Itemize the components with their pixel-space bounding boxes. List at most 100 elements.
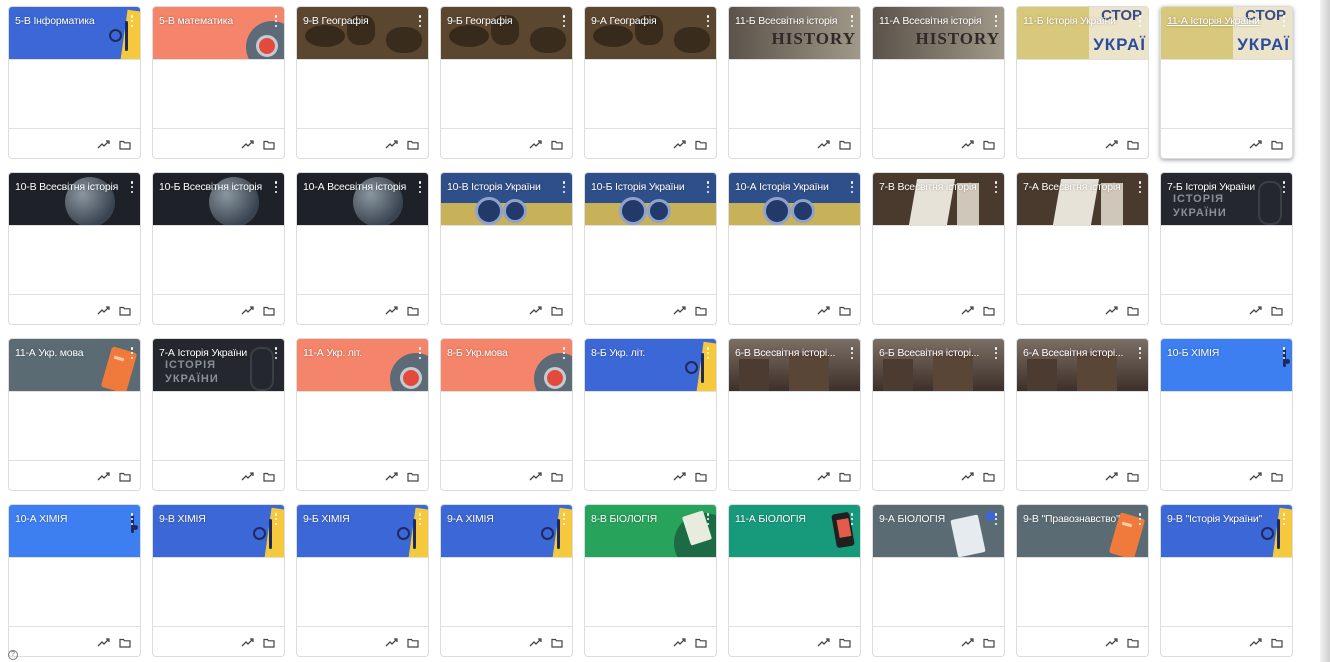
course-card-title[interactable]: 10-Б Історія України	[591, 181, 696, 194]
course-card-banner[interactable]: 10-А Історія України	[729, 173, 860, 226]
course-card-banner[interactable]: 8-Б Укр. літ.	[585, 339, 716, 392]
course-card-banner[interactable]: 9-А БІОЛОГІЯ	[873, 505, 1004, 558]
more-vert-icon[interactable]	[272, 180, 280, 194]
course-card-banner[interactable]: 9-В "Історія України"	[1161, 505, 1292, 558]
trending-up-icon[interactable]	[1249, 303, 1262, 315]
course-card-title[interactable]: 6-В Всесвітня історі...	[735, 347, 840, 360]
folder-icon[interactable]	[119, 137, 131, 150]
course-card[interactable]: 9-А ХІМІЯ	[440, 504, 573, 657]
folder-icon[interactable]	[695, 635, 707, 648]
course-card-banner[interactable]: 11-А БІОЛОГІЯ	[729, 505, 860, 558]
trending-up-icon[interactable]	[385, 303, 398, 315]
course-card[interactable]: 10-В Всесвітня історія	[8, 172, 141, 325]
folder-icon[interactable]	[983, 635, 995, 648]
more-vert-icon[interactable]	[128, 346, 136, 360]
course-card-title[interactable]: 10-А Всесвітня історія	[303, 181, 408, 194]
course-card-banner[interactable]: 7-В Всесвітня історія	[873, 173, 1004, 226]
folder-icon[interactable]	[1127, 635, 1139, 648]
help-icon[interactable]: ?	[8, 650, 18, 660]
trending-up-icon[interactable]	[385, 137, 398, 149]
course-card-title[interactable]: 6-А Всесвітня історі...	[1023, 347, 1128, 360]
course-card-title[interactable]: 9-В Географія	[303, 15, 408, 28]
trending-up-icon[interactable]	[961, 137, 974, 149]
course-card[interactable]: 8-В БІОЛОГІЯ	[584, 504, 717, 657]
course-card-title[interactable]: 7-А Історія України	[159, 347, 264, 360]
course-card[interactable]: СТОР УКРАЇ 11-Б Історія України	[1016, 6, 1149, 159]
course-card[interactable]: 6-В Всесвітня історі...	[728, 338, 861, 491]
course-card[interactable]: 10-Б ХІМІЯ	[1160, 338, 1293, 491]
more-vert-icon[interactable]	[560, 346, 568, 360]
more-vert-icon[interactable]	[1280, 346, 1288, 360]
course-card-title[interactable]: 8-Б Укр.мова	[447, 347, 552, 360]
course-card[interactable]: 7-В Всесвітня історія	[872, 172, 1005, 325]
folder-icon[interactable]	[119, 303, 131, 316]
course-card-banner[interactable]: 9-В "Правознавство"	[1017, 505, 1148, 558]
more-vert-icon[interactable]	[848, 180, 856, 194]
trending-up-icon[interactable]	[385, 469, 398, 481]
folder-icon[interactable]	[263, 469, 275, 482]
course-card[interactable]: 9-В ХІМІЯ	[152, 504, 285, 657]
trending-up-icon[interactable]	[1105, 303, 1118, 315]
course-card-banner[interactable]: 5-В математика	[153, 7, 284, 60]
course-card-title[interactable]: 5-В Інформатика	[15, 15, 120, 28]
course-card-banner[interactable]: СТОР УКРАЇ 11-Б Історія України	[1017, 7, 1148, 60]
more-vert-icon[interactable]	[992, 512, 1000, 526]
folder-icon[interactable]	[1127, 137, 1139, 150]
course-card[interactable]: 8-Б Укр.мова	[440, 338, 573, 491]
folder-icon[interactable]	[695, 137, 707, 150]
folder-icon[interactable]	[407, 137, 419, 150]
course-card[interactable]: 9-В Географія	[296, 6, 429, 159]
folder-icon[interactable]	[551, 469, 563, 482]
trending-up-icon[interactable]	[673, 137, 686, 149]
trending-up-icon[interactable]	[97, 469, 110, 481]
trending-up-icon[interactable]	[817, 137, 830, 149]
more-vert-icon[interactable]	[1280, 180, 1288, 194]
course-card-title[interactable]: 10-Б ХІМІЯ	[1167, 347, 1272, 360]
course-card-title[interactable]: 6-Б Всесвітня історі...	[879, 347, 984, 360]
course-card[interactable]: 9-В "Правознавство"	[1016, 504, 1149, 657]
more-vert-icon[interactable]	[416, 512, 424, 526]
course-card[interactable]: 8-Б Укр. літ.	[584, 338, 717, 491]
course-card[interactable]: 11-А Укр. мова	[8, 338, 141, 491]
course-card[interactable]: 10-А ХІМІЯ	[8, 504, 141, 657]
trending-up-icon[interactable]	[961, 469, 974, 481]
more-vert-icon[interactable]	[560, 180, 568, 194]
course-card-title[interactable]: 9-В "Історія України"	[1167, 513, 1272, 526]
more-vert-icon[interactable]	[128, 512, 136, 526]
trending-up-icon[interactable]	[1105, 635, 1118, 647]
more-vert-icon[interactable]	[1136, 180, 1144, 194]
trending-up-icon[interactable]	[1105, 469, 1118, 481]
more-vert-icon[interactable]	[1136, 14, 1144, 28]
course-card-banner[interactable]: 8-Б Укр.мова	[441, 339, 572, 392]
course-card-banner[interactable]: 9-А ХІМІЯ	[441, 505, 572, 558]
trending-up-icon[interactable]	[529, 137, 542, 149]
folder-icon[interactable]	[1271, 303, 1283, 316]
course-card-title[interactable]: 11-А Всесвітня історія	[879, 15, 984, 28]
trending-up-icon[interactable]	[817, 635, 830, 647]
folder-icon[interactable]	[1271, 635, 1283, 648]
more-vert-icon[interactable]	[992, 14, 1000, 28]
more-vert-icon[interactable]	[848, 512, 856, 526]
course-card-banner[interactable]: 9-Б ХІМІЯ	[297, 505, 428, 558]
folder-icon[interactable]	[263, 137, 275, 150]
folder-icon[interactable]	[263, 635, 275, 648]
trending-up-icon[interactable]	[817, 303, 830, 315]
folder-icon[interactable]	[983, 303, 995, 316]
course-card[interactable]: 9-В "Історія України"	[1160, 504, 1293, 657]
folder-icon[interactable]	[551, 635, 563, 648]
trending-up-icon[interactable]	[385, 635, 398, 647]
course-card-banner[interactable]: 8-В БІОЛОГІЯ	[585, 505, 716, 558]
course-card-title[interactable]: 5-В математика	[159, 15, 264, 28]
course-card-banner[interactable]: HISTORY 11-А Всесвітня історія	[873, 7, 1004, 60]
more-vert-icon[interactable]	[992, 346, 1000, 360]
course-card-title[interactable]: 9-В ХІМІЯ	[159, 513, 264, 526]
course-card-title[interactable]: 7-Б Історія України	[1167, 181, 1272, 194]
more-vert-icon[interactable]	[704, 512, 712, 526]
course-card-title[interactable]: 10-А Історія України	[735, 181, 840, 194]
more-vert-icon[interactable]	[272, 346, 280, 360]
more-vert-icon[interactable]	[416, 180, 424, 194]
trending-up-icon[interactable]	[1249, 137, 1262, 149]
more-vert-icon[interactable]	[992, 180, 1000, 194]
course-card[interactable]: 6-А Всесвітня історі...	[1016, 338, 1149, 491]
more-vert-icon[interactable]	[1280, 512, 1288, 526]
